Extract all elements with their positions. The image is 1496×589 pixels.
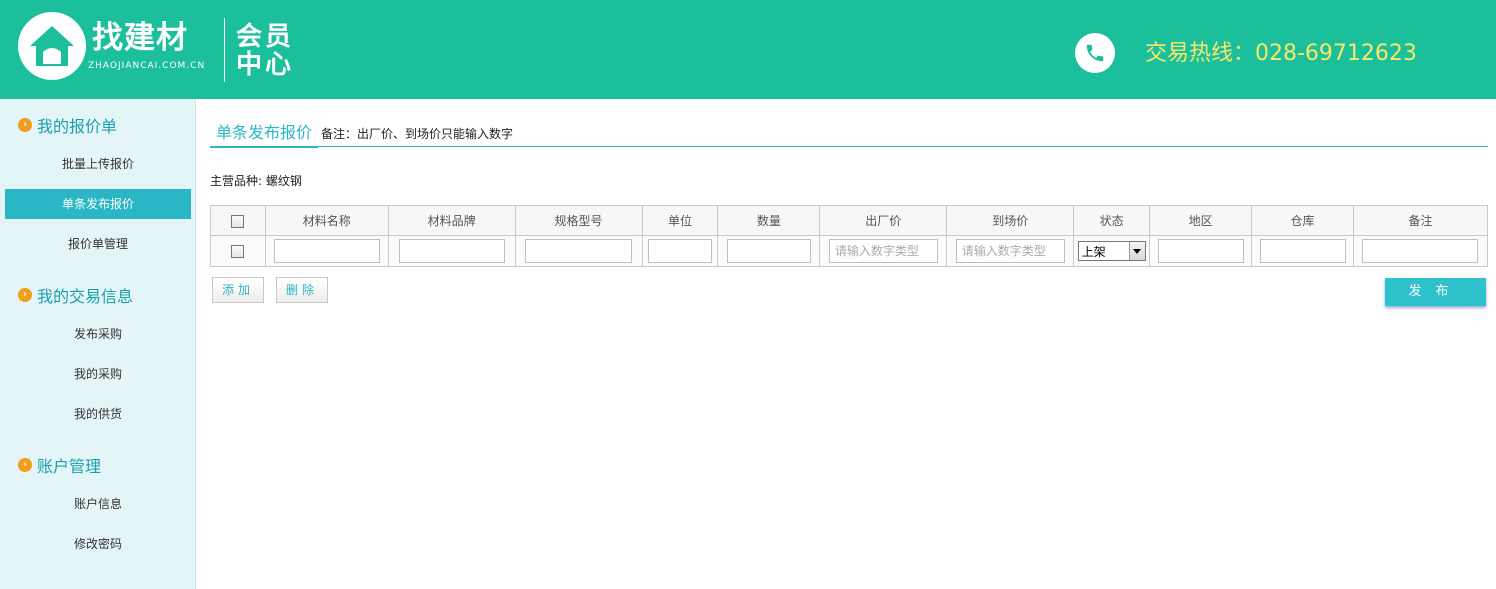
sidebar-group-label: 账户管理 — [37, 457, 102, 476]
sidebar-item-change-password[interactable]: 修改密码 — [5, 529, 191, 559]
sidebar-group-label: 我的报价单 — [37, 117, 118, 136]
sidebar-group-trade[interactable]: › 我的交易信息 — [18, 283, 133, 307]
logo-divider — [224, 18, 225, 82]
column-header: 到场价 — [946, 205, 1075, 236]
sidebar-group-quotes[interactable]: › 我的报价单 — [18, 113, 117, 137]
status-select-value: 上架 — [1081, 244, 1106, 259]
table-row: 请输入数字类型 请输入数字类型 上架 — [210, 235, 1489, 267]
sidebar-item-account-info[interactable]: 账户信息 — [5, 489, 191, 519]
select-all-checkbox[interactable] — [231, 214, 245, 228]
sidebar: › 我的报价单 批量上传报价 单条发布报价 报价单管理 › 我的交易信息 发布采… — [0, 99, 196, 589]
logo-domain: ZHAOJIANCAI.COM.CN — [88, 61, 206, 71]
main-variety: 主营品种: 螺纹钢 — [210, 172, 302, 190]
column-header: 出厂价 — [819, 205, 948, 236]
factory-price-input[interactable]: 请输入数字类型 — [828, 239, 938, 263]
chevron-right-icon: › — [18, 288, 32, 302]
dropdown-arrow-icon[interactable] — [1128, 242, 1145, 260]
spec-model-input[interactable] — [525, 239, 633, 263]
member-center-title-line1: 会员 — [236, 22, 295, 52]
table-header-row: 材料名称 材料品牌 规格型号 单位 数量 出厂价 到场价 状态 地区 仓库 备注 — [210, 205, 1489, 236]
column-header: 仓库 — [1251, 205, 1354, 236]
column-header: 地区 — [1149, 205, 1253, 236]
column-header: 数量 — [717, 205, 821, 236]
remarks-input[interactable] — [1362, 239, 1479, 263]
sidebar-group-account[interactable]: › 账户管理 — [18, 453, 101, 477]
quantity-input[interactable] — [726, 239, 811, 263]
unit-input[interactable] — [647, 239, 712, 263]
publish-button[interactable]: 发布 — [1385, 278, 1486, 306]
page-header: 找建材 ZHAOJIANCAI.COM.CN 会员 中心 交易热线：028-69… — [0, 0, 1496, 99]
logo-house-icon[interactable] — [18, 12, 86, 80]
main-variety-label: 主营品种: — [210, 174, 263, 188]
sidebar-item-quote-management[interactable]: 报价单管理 — [5, 229, 191, 259]
tab-single-publish[interactable]: 单条发布报价 — [210, 120, 319, 148]
material-name-input[interactable] — [273, 239, 380, 263]
member-center-title-line2: 中心 — [236, 50, 295, 80]
column-header: 规格型号 — [514, 205, 643, 236]
sidebar-item-my-purchases[interactable]: 我的采购 — [5, 359, 191, 389]
status-select[interactable]: 上架 — [1077, 241, 1146, 261]
column-header: 状态 — [1073, 205, 1151, 236]
sidebar-group-label: 我的交易信息 — [37, 287, 134, 306]
add-row-button[interactable]: 添加 — [212, 277, 264, 303]
region-input[interactable] — [1157, 239, 1244, 263]
main-variety-value: 螺纹钢 — [265, 174, 302, 188]
sidebar-item-publish-purchase[interactable]: 发布采购 — [5, 319, 191, 349]
quote-table: 材料名称 材料品牌 规格型号 单位 数量 出厂价 到场价 状态 地区 仓库 备注… — [210, 205, 1489, 267]
chevron-right-icon: › — [18, 118, 32, 132]
column-header: 材料名称 — [264, 205, 389, 236]
column-header: 备注 — [1352, 205, 1489, 236]
tab-underline — [210, 146, 1488, 147]
sidebar-item-batch-upload[interactable]: 批量上传报价 — [5, 149, 191, 179]
material-brand-input[interactable] — [398, 239, 505, 263]
delivered-price-input[interactable]: 请输入数字类型 — [955, 239, 1065, 263]
chevron-right-icon: › — [18, 458, 32, 472]
phone-icon — [1075, 33, 1115, 73]
sidebar-item-single-publish[interactable]: 单条发布报价 — [5, 189, 191, 219]
hotline-text: 交易热线：028-69712623 — [1145, 41, 1417, 66]
column-header: 单位 — [641, 205, 719, 236]
warehouse-input[interactable] — [1259, 239, 1346, 263]
sidebar-item-my-supply[interactable]: 我的供货 — [5, 399, 191, 429]
tab-note: 备注：出厂价、到场价只能输入数字 — [321, 127, 514, 141]
row-checkbox[interactable] — [231, 245, 245, 258]
column-header: 材料品牌 — [387, 205, 516, 236]
delete-row-button[interactable]: 删除 — [276, 277, 328, 303]
logo-text[interactable]: 找建材 — [92, 18, 188, 58]
header-select-all[interactable] — [210, 205, 266, 236]
